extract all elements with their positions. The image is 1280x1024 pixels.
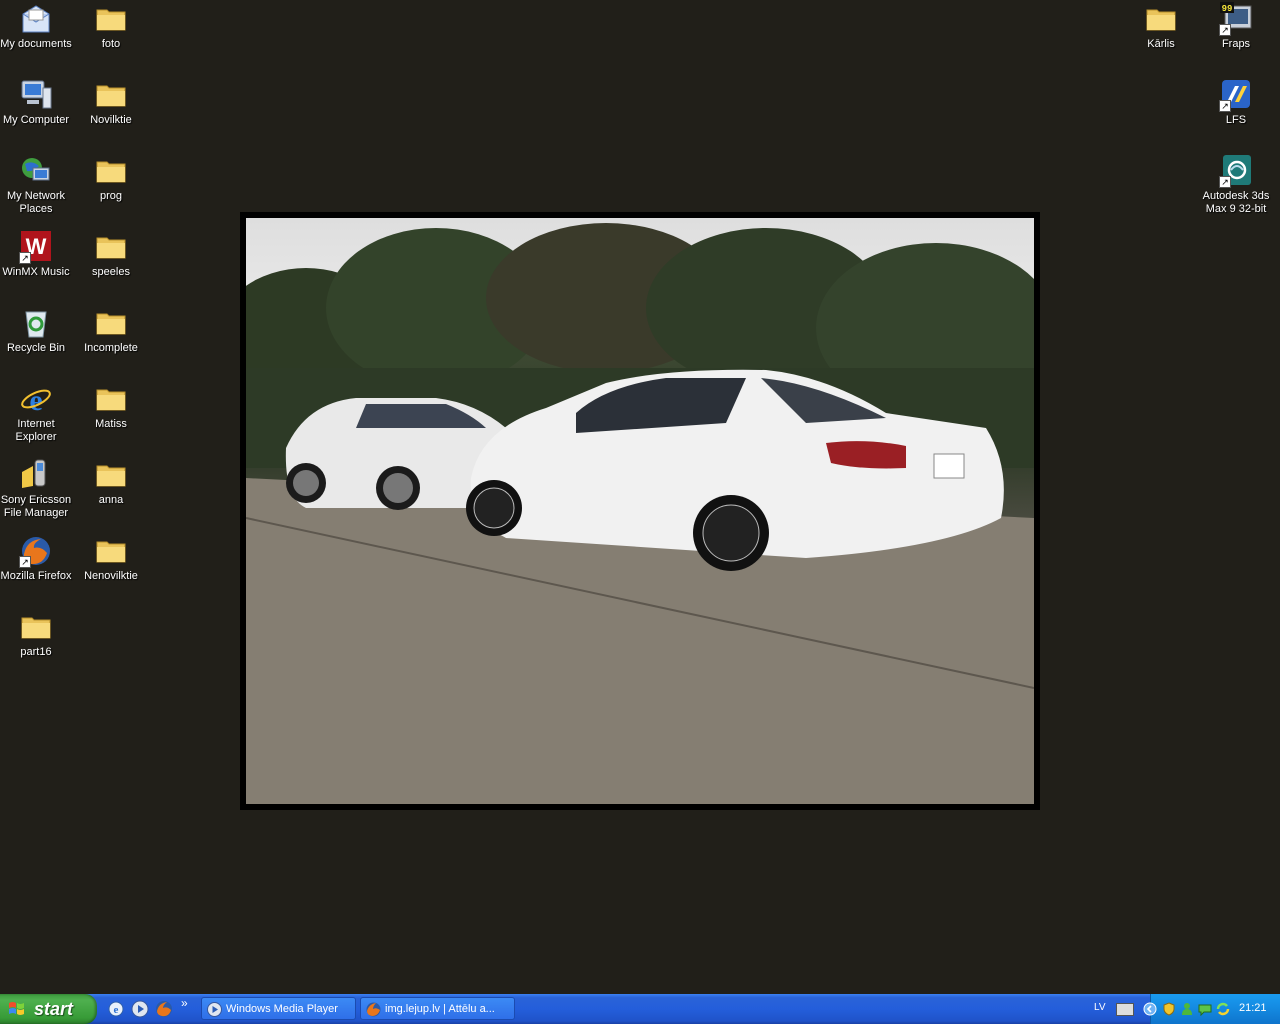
desktop-icon-label: Autodesk 3ds Max 9 32-bit <box>1202 190 1270 215</box>
svg-text:e: e <box>29 384 42 416</box>
taskbar-clock[interactable]: 21:21 <box>1239 1002 1267 1014</box>
task-label: img.lejup.lv | Attēlu a... <box>385 1003 495 1015</box>
quicklaunch-chevron[interactable]: » <box>181 996 188 1010</box>
shortcut-arrow-icon: ↗ <box>19 252 31 264</box>
shortcut-arrow-icon: ↗ <box>1219 100 1231 112</box>
messenger-icon[interactable] <box>1180 1002 1194 1016</box>
desktop-folder-nenovilktie[interactable]: Nenovilktie <box>73 534 149 583</box>
svg-text:99: 99 <box>1222 4 1233 14</box>
start-button[interactable]: start <box>0 994 97 1024</box>
language-indicator[interactable]: LV <box>1094 1002 1106 1013</box>
task-label: Windows Media Player <box>226 1003 338 1015</box>
firefox-icon: ↗ <box>19 534 53 568</box>
folder-icon <box>94 458 128 492</box>
chat-icon[interactable] <box>1198 1002 1212 1017</box>
wallpaper-photo <box>246 218 1034 804</box>
3dsmax-icon: ↗ <box>1219 154 1253 188</box>
firefox-icon <box>366 1002 381 1017</box>
desktop-folder-foto[interactable]: foto <box>73 2 149 51</box>
desktop-folder-incomplete[interactable]: Incomplete <box>73 306 149 355</box>
my-computer-icon <box>19 78 53 112</box>
folder-icon <box>94 306 128 340</box>
taskbar: start e » Windows Media Player img.lejup… <box>0 994 1280 1024</box>
desktop-icon-label: Incomplete <box>84 342 138 354</box>
desktop-icon-label: Kārlis <box>1147 38 1175 50</box>
desktop-icon-label: Matiss <box>95 418 127 430</box>
desktop-folder-speeles[interactable]: speeles <box>73 230 149 279</box>
desktop-folder-matiss[interactable]: Matiss <box>73 382 149 431</box>
folder-icon <box>1144 2 1178 36</box>
desktop-icon-label: My documents <box>0 38 72 50</box>
firefox-quicklaunch-icon[interactable] <box>155 1000 173 1018</box>
desktop-icon-part16[interactable]: part16 <box>0 610 74 659</box>
desktop-icon-firefox[interactable]: ↗ Mozilla Firefox <box>0 534 74 583</box>
desktop-icon-label: part16 <box>20 646 52 658</box>
keyboard-icon[interactable] <box>1116 1003 1134 1016</box>
start-label: start <box>34 999 74 1019</box>
desktop-folder-novilktie[interactable]: Novilktie <box>73 78 149 127</box>
desktop-icon-label: prog <box>99 190 123 202</box>
desktop-icon-winmx[interactable]: W ↗ WinMX Music <box>0 230 74 279</box>
desktop-icon-label: Fraps <box>1221 38 1251 50</box>
desktop-folder-prog[interactable]: prog <box>73 154 149 203</box>
recycle-bin-icon <box>19 306 53 340</box>
internet-explorer-icon: e <box>19 382 53 417</box>
desktop-folder-karlis[interactable]: Kārlis <box>1123 2 1199 51</box>
folder-icon <box>94 230 128 264</box>
desktop-icon-label: My Network Places <box>6 190 66 215</box>
desktop-icon-label: LFS <box>1225 114 1247 126</box>
shortcut-arrow-icon: ↗ <box>1219 24 1231 36</box>
phone-icon <box>19 458 53 492</box>
security-shield-icon[interactable] <box>1162 1002 1176 1016</box>
show-desktop-icon[interactable]: e <box>107 1000 125 1018</box>
desktop-icon-label: WinMX Music <box>2 266 70 278</box>
desktop-icon-label: Recycle Bin <box>6 342 66 354</box>
desktop-icon-fraps[interactable]: 99 ↗ Fraps <box>1198 2 1274 51</box>
desktop-icon-my-documents[interactable]: My documents <box>0 2 74 51</box>
shortcut-arrow-icon: ↗ <box>1219 176 1231 188</box>
desktop-icon-label: Nenovilktie <box>84 570 138 582</box>
desktop-icon-label: My Computer <box>2 114 70 126</box>
winmx-icon: W ↗ <box>19 230 53 264</box>
desktop-icon-label: speeles <box>92 266 130 278</box>
desktop-icon-my-computer[interactable]: My Computer <box>0 78 74 127</box>
desktop-icon-label: Internet Explorer <box>15 418 57 443</box>
folder-icon <box>19 610 53 644</box>
task-button-media-player[interactable]: Windows Media Player <box>201 997 356 1020</box>
desktop-icon-label: Novilktie <box>90 114 132 126</box>
desktop-icon-network-places[interactable]: My Network Places <box>0 154 74 216</box>
my-documents-icon <box>19 2 53 36</box>
wallpaper-photo-frame <box>240 212 1040 810</box>
desktop-icon-label: Sony Ericsson File Manager <box>0 494 72 519</box>
network-places-icon <box>19 154 53 188</box>
desktop-icon-3dsmax[interactable]: ↗ Autodesk 3ds Max 9 32-bit <box>1198 154 1274 216</box>
desktop-icon-sony-ericsson[interactable]: Sony Ericsson File Manager <box>0 458 74 520</box>
desktop-icon-label: Mozilla Firefox <box>0 570 72 582</box>
media-player-quicklaunch-icon[interactable] <box>131 1000 149 1018</box>
folder-icon <box>94 382 128 416</box>
wallpaper-cars-image <box>246 223 1034 804</box>
folder-icon <box>94 78 128 112</box>
desktop-icon-recycle-bin[interactable]: Recycle Bin <box>0 306 74 355</box>
desktop-folder-anna[interactable]: anna <box>73 458 149 507</box>
tray-expand-icon[interactable] <box>1143 1002 1157 1016</box>
fraps-icon: 99 ↗ <box>1219 2 1253 36</box>
folder-icon <box>94 534 128 568</box>
windows-logo-icon <box>9 1002 24 1015</box>
task-button-firefox[interactable]: img.lejup.lv | Attēlu a... <box>360 997 515 1020</box>
desktop-icon-lfs[interactable]: ↗ LFS <box>1198 78 1274 127</box>
folder-icon <box>94 2 128 36</box>
lfs-icon: ↗ <box>1219 78 1253 112</box>
desktop-icon-label: foto <box>101 38 121 50</box>
desktop-icon-internet-explorer[interactable]: e Internet Explorer <box>0 382 74 444</box>
desktop-icon-label: anna <box>98 494 124 506</box>
sync-icon[interactable] <box>1216 1002 1230 1016</box>
folder-icon <box>94 154 128 188</box>
shortcut-arrow-icon: ↗ <box>19 556 31 568</box>
media-player-icon <box>207 1002 222 1017</box>
svg-text:e: e <box>114 1004 119 1016</box>
